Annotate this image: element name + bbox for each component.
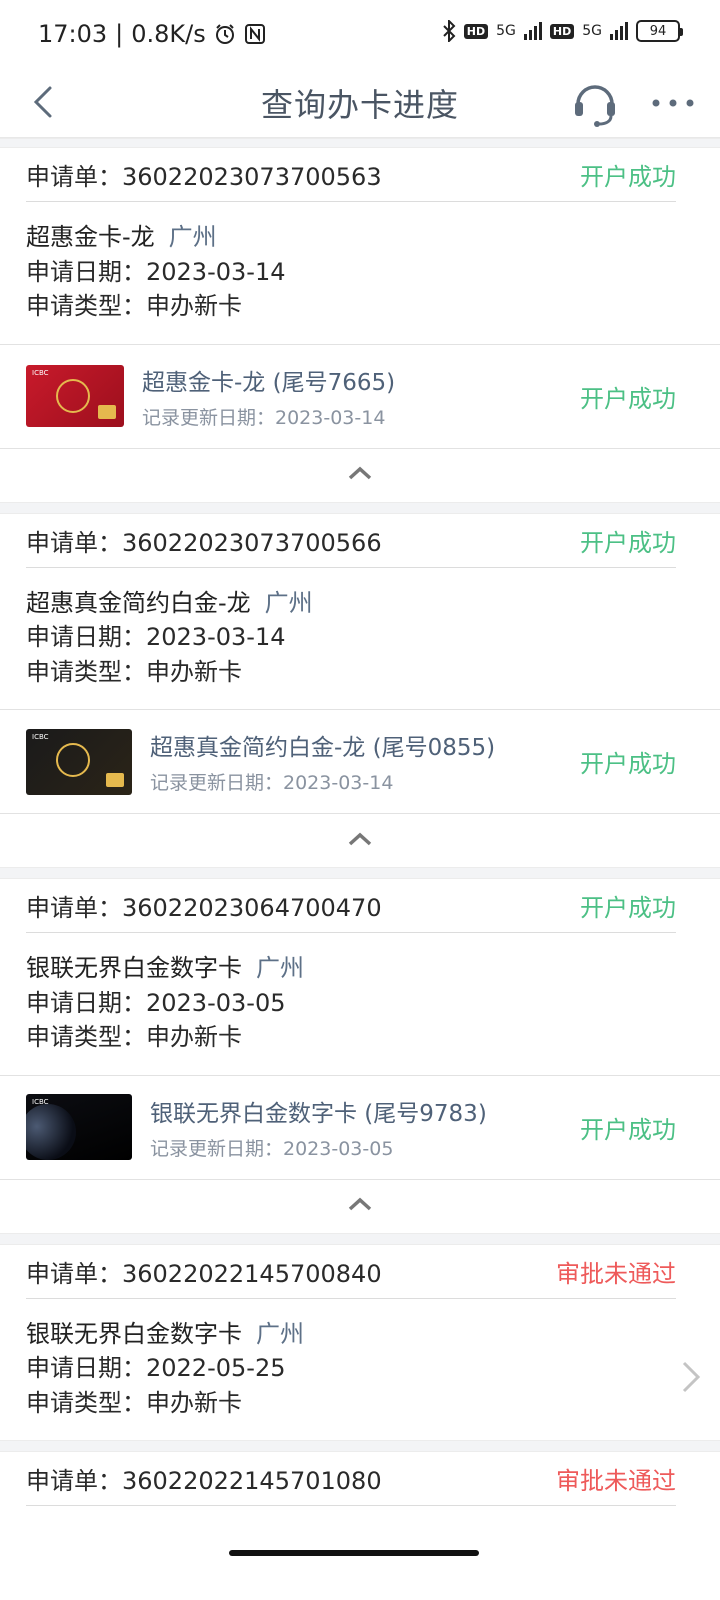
customer-service-icon[interactable] — [570, 78, 620, 128]
application-status: 开户成功 — [580, 163, 676, 191]
application-number: 申请单：36022022145701080 — [26, 1467, 382, 1495]
status-net-speed: 0.8K/s — [131, 20, 206, 48]
signal-icon-2 — [610, 22, 628, 40]
bluetooth-icon — [442, 20, 456, 42]
section-gap — [0, 867, 720, 879]
application-header: 申请单：36022023073700566 开户成功 — [26, 514, 676, 568]
collapse-toggle[interactable] — [0, 813, 720, 867]
network-5g-label-2: 5G — [582, 23, 602, 39]
application-date: 申请日期：2022-05-25 — [26, 1354, 286, 1382]
application-date: 申请日期：2023-03-05 — [26, 988, 286, 1017]
application-type: 申请类型：申办新卡 — [26, 657, 242, 686]
application-card[interactable]: 申请单：36022022145700840 审批未通过 银联无界白金数字卡 广州 … — [0, 1244, 720, 1441]
chevron-right-icon[interactable] — [676, 1357, 706, 1397]
record-update-date: 记录更新日期：2023-03-05 — [150, 1137, 394, 1160]
battery-icon: 94 — [636, 20, 683, 42]
hd-icon: HD — [463, 23, 489, 39]
section-gap — [0, 138, 720, 148]
application-status: 开户成功 — [580, 528, 676, 557]
record-update-date: 记录更新日期：2023-03-14 — [150, 772, 394, 794]
alarm-icon — [214, 23, 236, 45]
card-image: ICBC — [26, 728, 132, 795]
hd-icon-2: HD — [549, 23, 575, 39]
application-header: 申请单：36022023073700563 开户成功 — [26, 148, 676, 202]
nav-bar: 查询办卡进度 — [0, 68, 720, 138]
application-number: 申请单：36022023064700470 — [26, 894, 382, 922]
signal-icon — [523, 22, 542, 40]
status-time: 17:03 — [38, 20, 108, 48]
section-gap — [0, 1232, 720, 1245]
card-image: ICBC — [26, 365, 124, 427]
issued-card-name: 超惠金卡-龙 (尾号7665) — [142, 369, 396, 396]
application-number: 申请单：36022023073700563 — [26, 163, 382, 191]
issued-card-status: 开户成功 — [580, 384, 676, 413]
issued-card-row[interactable]: ICBC 银联无界白金数字卡 (尾号9783) 记录更新日期：2023-03-0… — [0, 1074, 720, 1179]
application-card[interactable]: 申请单：36022023073700563 开户成功 超惠金卡-龙 广州 申请日期… — [0, 148, 720, 502]
nfc-icon — [244, 23, 266, 45]
product-name: 超惠金卡-龙 — [26, 223, 155, 251]
application-type: 申请类型：申办新卡 — [26, 1388, 242, 1417]
application-card[interactable]: 申请单：36022023064700470 开户成功 银联无界白金数字卡 广州 申… — [0, 879, 720, 1233]
application-header: 申请单：36022023064700470 开户成功 — [26, 879, 676, 933]
city: 广州 — [256, 1319, 304, 1348]
application-status: 审批未通过 — [556, 1259, 676, 1288]
application-number: 申请单：36022023073700566 — [26, 528, 382, 557]
chevron-up-icon — [346, 464, 374, 486]
application-body: 超惠真金简约白金-龙 广州 申请日期：2023-03-14 申请类型：申办新卡 — [0, 568, 720, 710]
application-card[interactable]: 申请单：36022022145701080 审批未通过 — [0, 1452, 720, 1506]
network-5g-label: 5G — [496, 23, 516, 39]
application-date: 申请日期：2023-03-14 — [26, 257, 286, 286]
application-body: 超惠金卡-龙 广州 申请日期：2023-03-14 申请类型：申办新卡 — [0, 202, 720, 344]
product-name: 超惠真金简约白金-龙 — [26, 588, 251, 617]
section-gap — [0, 1440, 720, 1452]
application-number: 申请单：36022022145700840 — [26, 1259, 382, 1288]
product-name: 银联无界白金数字卡 — [26, 954, 242, 982]
card-image: ICBC — [26, 1094, 132, 1160]
issued-card-name: 超惠真金简约白金-龙 (尾号0855) — [150, 735, 496, 761]
issued-card-status: 开户成功 — [580, 750, 676, 778]
issued-card-row[interactable]: ICBC 超惠金卡-龙 (尾号7665) 记录更新日期：2023-03-14 开… — [0, 343, 720, 448]
chevron-up-icon — [346, 1195, 374, 1217]
issued-card-status: 开户成功 — [580, 1115, 676, 1144]
application-header: 申请单：36022022145700840 审批未通过 — [26, 1245, 676, 1299]
collapse-toggle[interactable] — [0, 1178, 720, 1233]
application-type: 申请类型：申办新卡 — [26, 1023, 242, 1051]
application-card[interactable]: 申请单：36022023073700566 开户成功 超惠真金简约白金-龙 广州 … — [0, 513, 720, 867]
chevron-up-icon — [346, 830, 374, 852]
collapse-toggle[interactable] — [0, 447, 720, 502]
issued-card-name: 银联无界白金数字卡 (尾号9783) — [150, 1100, 487, 1127]
application-header: 申请单：36022022145701080 审批未通过 — [26, 1452, 676, 1506]
home-indicator[interactable] — [229, 1550, 479, 1556]
issued-card-row[interactable]: ICBC 超惠真金简约白金-龙 (尾号0855) 记录更新日期：2023-03-… — [0, 709, 720, 813]
battery-level: 94 — [649, 23, 667, 39]
status-separator: | — [115, 20, 124, 48]
city: 广州 — [168, 223, 217, 251]
record-update-date: 记录更新日期：2023-03-14 — [142, 406, 386, 429]
city: 广州 — [264, 588, 313, 617]
application-body[interactable]: 银联无界白金数字卡 广州 申请日期：2022-05-25 申请类型：申办新卡 — [0, 1299, 720, 1441]
application-status: 审批未通过 — [556, 1467, 676, 1495]
more-icon[interactable] — [648, 88, 698, 118]
application-date: 申请日期：2023-03-14 — [26, 623, 286, 651]
section-gap — [0, 501, 720, 514]
status-bar: 17:03 | 0.8K/s HD 5G HD 5G 94 — [0, 0, 720, 68]
application-body: 银联无界白金数字卡 广州 申请日期：2023-03-05 申请类型：申办新卡 — [0, 933, 720, 1075]
product-name: 银联无界白金数字卡 — [26, 1319, 242, 1348]
application-status: 开户成功 — [580, 894, 676, 922]
application-type: 申请类型：申办新卡 — [26, 292, 242, 320]
city: 广州 — [256, 954, 304, 982]
